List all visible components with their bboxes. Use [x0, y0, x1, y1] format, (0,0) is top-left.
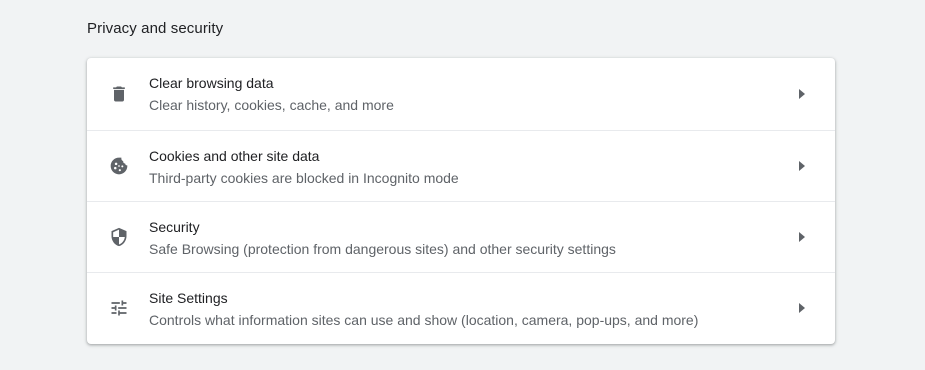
site-settings-row[interactable]: Site Settings Controls what information … — [87, 272, 835, 343]
shield-icon — [109, 227, 129, 247]
row-title: Cookies and other site data — [149, 148, 320, 164]
chevron-right-icon — [797, 302, 807, 314]
clear-browsing-data-row[interactable]: Clear browsing data Clear history, cooki… — [87, 58, 835, 130]
row-subtitle: Safe Browsing (protection from dangerous… — [149, 241, 616, 257]
chevron-right-icon — [797, 88, 807, 100]
cookie-icon — [109, 156, 129, 176]
row-subtitle: Clear history, cookies, cache, and more — [149, 97, 394, 113]
row-title: Security — [149, 219, 200, 235]
security-row[interactable]: Security Safe Browsing (protection from … — [87, 201, 835, 272]
row-text: Cookies and other site data Third-party … — [149, 147, 775, 187]
row-title: Clear browsing data — [149, 75, 274, 91]
settings-card: Clear browsing data Clear history, cooki… — [87, 58, 835, 344]
chevron-right-icon — [797, 231, 807, 243]
row-title: Site Settings — [149, 290, 228, 306]
chevron-right-icon — [797, 160, 807, 172]
row-subtitle: Controls what information sites can use … — [149, 312, 699, 328]
row-subtitle: Third-party cookies are blocked in Incog… — [149, 170, 459, 186]
tune-icon — [109, 298, 129, 318]
cookies-site-data-row[interactable]: Cookies and other site data Third-party … — [87, 130, 835, 201]
section-title: Privacy and security — [87, 20, 224, 37]
trash-icon — [109, 84, 129, 104]
row-text: Security Safe Browsing (protection from … — [149, 218, 775, 258]
row-text: Clear browsing data Clear history, cooki… — [149, 74, 775, 114]
row-text: Site Settings Controls what information … — [149, 289, 775, 329]
